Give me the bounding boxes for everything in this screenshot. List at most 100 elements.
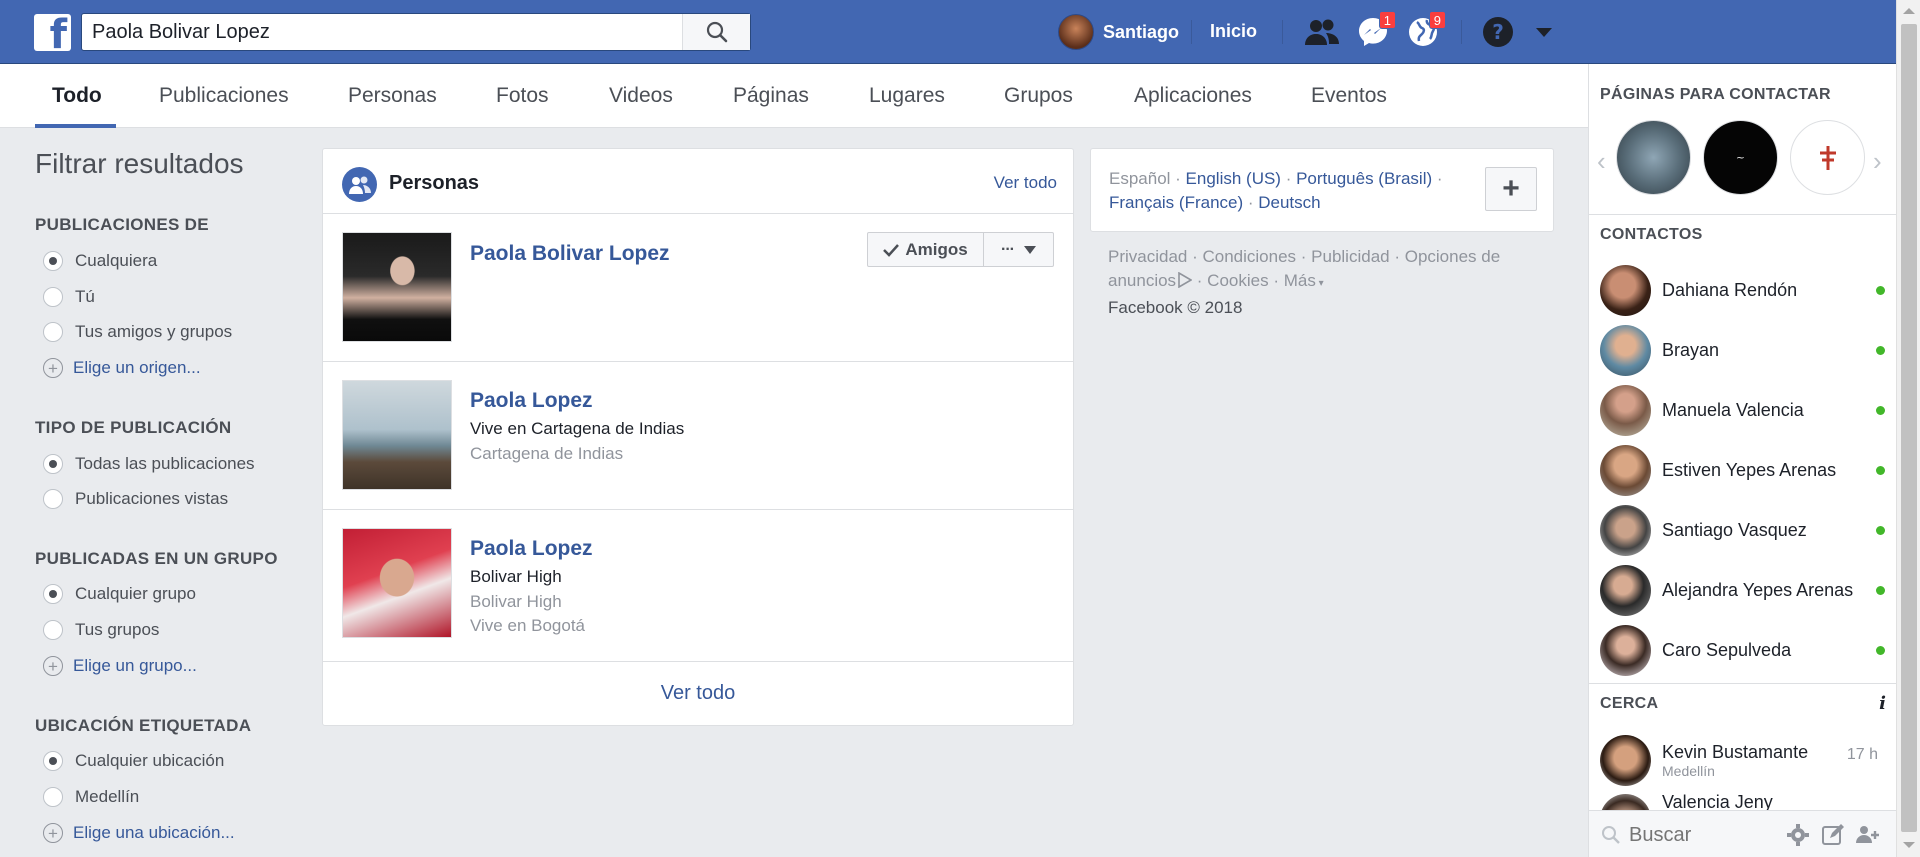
person-detail: Vive en Cartagena de Indias	[470, 419, 685, 438]
contact-item[interactable]: Santiago Vasquez	[1600, 504, 1890, 556]
filter-option[interactable]: Cualquier grupo	[43, 584, 196, 604]
filter-option[interactable]: Todas las publicaciones	[43, 454, 255, 474]
radio-selected[interactable]	[43, 584, 63, 604]
chat-search-input[interactable]	[1629, 821, 1779, 849]
notifications-button[interactable]: 9	[1404, 11, 1446, 50]
radio-selected[interactable]	[43, 454, 63, 474]
home-link[interactable]: Inicio	[1210, 21, 1257, 42]
nearby-item[interactable]: Valencia Jeny	[1600, 794, 1890, 810]
search-button[interactable]	[682, 14, 750, 50]
tab-grupos[interactable]: Grupos	[1004, 84, 1073, 108]
tab-fotos[interactable]: Fotos	[496, 84, 549, 108]
gear-icon[interactable]	[1786, 823, 1810, 847]
friends-button[interactable]: Amigos	[867, 232, 984, 267]
page-avatar[interactable]: ~	[1703, 120, 1778, 195]
radio[interactable]	[43, 322, 63, 342]
radio[interactable]	[43, 787, 63, 807]
radio[interactable]	[43, 620, 63, 640]
language-link[interactable]: English (US)	[1186, 169, 1281, 188]
radio-selected[interactable]	[43, 251, 63, 271]
person-name-link[interactable]: Paola Bolivar Lopez	[470, 242, 670, 266]
filter-option[interactable]: Cualquiera	[43, 251, 157, 271]
profile-link[interactable]: Santiago	[1058, 14, 1179, 50]
tab-personas[interactable]: Personas	[348, 84, 437, 108]
online-status-dot	[1876, 646, 1885, 655]
checkmark-icon	[883, 243, 900, 257]
ad-choices-icon	[1178, 271, 1193, 289]
messages-button[interactable]: 1	[1354, 11, 1396, 50]
advertising-link[interactable]: Publicidad	[1311, 247, 1389, 266]
tab-paginas[interactable]: Páginas	[733, 84, 809, 108]
cookies-link[interactable]: Cookies	[1207, 271, 1268, 290]
tab-eventos[interactable]: Eventos	[1311, 84, 1387, 108]
filter-section-heading: PUBLICADAS EN UN GRUPO	[35, 549, 278, 568]
profile-photo[interactable]	[342, 528, 452, 638]
radio[interactable]	[43, 287, 63, 307]
more-languages-button[interactable]: +	[1485, 167, 1537, 211]
scrollbar-thumb[interactable]	[1901, 24, 1917, 832]
search-input[interactable]	[82, 14, 682, 50]
choose-group-link[interactable]: + Elige un grupo...	[43, 656, 197, 676]
person-name-link[interactable]: Paola Lopez	[470, 537, 593, 561]
tab-lugares[interactable]: Lugares	[869, 84, 945, 108]
privacy-link[interactable]: Privacidad	[1108, 247, 1187, 266]
search-box	[81, 13, 751, 51]
tab-videos[interactable]: Videos	[609, 84, 673, 108]
online-status-dot	[1876, 286, 1885, 295]
contact-item[interactable]: Brayan	[1600, 324, 1890, 376]
scroll-down-arrow-icon[interactable]	[1903, 842, 1915, 848]
right-sidebar: PÁGINAS PARA CONTACTAR ‹ ~ › CONTACTOS D…	[1588, 64, 1896, 857]
person-detail: Vive en Bogotá	[470, 616, 585, 635]
nearby-item[interactable]: Kevin Bustamante Medellín 17 h	[1600, 732, 1890, 788]
filter-option[interactable]: Publicaciones vistas	[43, 489, 228, 509]
add-group-icon[interactable]	[1855, 823, 1881, 847]
online-status-dot	[1876, 466, 1885, 475]
page-avatar[interactable]	[1790, 120, 1865, 195]
see-all-footer-link[interactable]: Ver todo	[323, 662, 1073, 725]
choose-source-link[interactable]: + Elige un origen...	[43, 358, 201, 378]
language-link[interactable]: Français (France)	[1109, 193, 1243, 212]
filter-option[interactable]: Tú	[43, 287, 95, 307]
chevron-left-icon[interactable]: ‹	[1597, 146, 1606, 177]
contact-item[interactable]: Dahiana Rendón	[1600, 264, 1890, 316]
more-options-button[interactable]: ···	[983, 232, 1054, 267]
chevron-right-icon[interactable]: ›	[1873, 146, 1882, 177]
pages-heading: PÁGINAS PARA CONTACTAR	[1600, 86, 1831, 103]
friend-requests-button[interactable]	[1303, 14, 1341, 50]
facebook-logo[interactable]: f	[34, 14, 71, 51]
profile-photo[interactable]	[342, 380, 452, 490]
terms-link[interactable]: Condiciones	[1202, 247, 1296, 266]
more-link[interactable]: Más	[1284, 271, 1316, 290]
quick-help-button[interactable]: ?	[1479, 14, 1517, 50]
radio-selected[interactable]	[43, 751, 63, 771]
more-icon: ···	[1001, 240, 1015, 258]
contact-item[interactable]: Estiven Yepes Arenas	[1600, 444, 1890, 496]
nearby-location: Medellín	[1662, 762, 1715, 779]
tab-publicaciones[interactable]: Publicaciones	[159, 84, 289, 108]
contact-item[interactable]: Alejandra Yepes Arenas	[1600, 564, 1890, 616]
current-language: Español	[1109, 169, 1171, 188]
language-selector-card: Español · English (US) · Português (Bras…	[1090, 148, 1554, 232]
filter-option[interactable]: Tus grupos	[43, 620, 159, 640]
page-avatar[interactable]	[1616, 120, 1691, 195]
language-link[interactable]: Deutsch	[1258, 193, 1320, 212]
tab-aplicaciones[interactable]: Aplicaciones	[1134, 84, 1252, 108]
contact-item[interactable]: Manuela Valencia	[1600, 384, 1890, 436]
see-all-link[interactable]: Ver todo	[994, 173, 1057, 193]
filter-option[interactable]: Cualquier ubicación	[43, 751, 224, 771]
profile-photo[interactable]	[342, 232, 452, 342]
compose-icon[interactable]	[1821, 823, 1845, 847]
language-link[interactable]: Português (Brasil)	[1296, 169, 1432, 188]
filter-option[interactable]: Medellín	[43, 787, 139, 807]
choose-location-link[interactable]: + Elige una ubicación...	[43, 823, 235, 843]
filter-option[interactable]: Tus amigos y grupos	[43, 322, 232, 342]
info-icon[interactable]: i	[1879, 693, 1886, 714]
account-menu-button[interactable]	[1525, 14, 1563, 50]
scroll-up-arrow-icon[interactable]	[1903, 8, 1915, 14]
radio[interactable]	[43, 489, 63, 509]
tab-todo[interactable]: Todo	[52, 84, 102, 108]
page-scrollbar[interactable]	[1896, 0, 1920, 857]
person-name-link[interactable]: Paola Lopez	[470, 389, 593, 413]
avatar	[1600, 564, 1651, 616]
contact-item[interactable]: Caro Sepulveda	[1600, 624, 1890, 676]
